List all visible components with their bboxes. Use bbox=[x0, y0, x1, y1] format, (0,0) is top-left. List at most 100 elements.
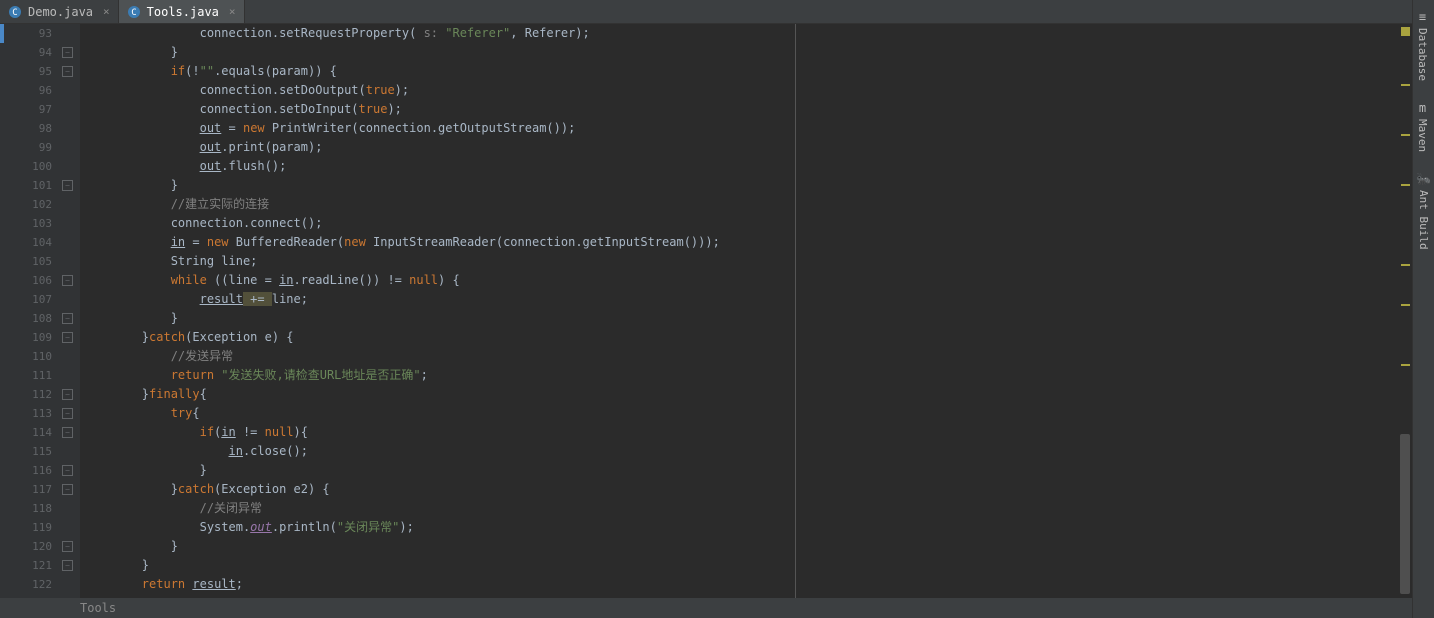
code-line[interactable]: return "发送失败,请检查URL地址是否正确"; bbox=[84, 366, 1434, 385]
code-line[interactable]: in.close(); bbox=[84, 442, 1434, 461]
warning-stripe[interactable] bbox=[1401, 364, 1410, 366]
code-line[interactable]: }finally{ bbox=[84, 385, 1434, 404]
warning-stripe[interactable] bbox=[1401, 264, 1410, 266]
line-number: 121 bbox=[14, 556, 52, 575]
code-line[interactable]: } bbox=[84, 309, 1434, 328]
class-icon: C bbox=[127, 5, 141, 19]
code-line[interactable]: out.print(param); bbox=[84, 138, 1434, 157]
line-number: 109 bbox=[14, 328, 52, 347]
code-line[interactable]: System.out.println("关闭异常"); bbox=[84, 518, 1434, 537]
tool-label: Ant Build bbox=[1417, 190, 1430, 250]
maven-icon: m bbox=[1419, 101, 1426, 115]
code-editor[interactable]: 9394959697989910010110210310410510610710… bbox=[0, 24, 1434, 598]
code-line[interactable]: String line; bbox=[84, 252, 1434, 271]
code-line[interactable]: connection.connect(); bbox=[84, 214, 1434, 233]
fold-toggle[interactable]: − bbox=[62, 484, 73, 495]
fold-toggle[interactable]: − bbox=[62, 389, 73, 400]
close-icon[interactable]: × bbox=[103, 5, 110, 18]
line-number: 102 bbox=[14, 195, 52, 214]
code-line[interactable]: //建立实际的连接 bbox=[84, 195, 1434, 214]
line-number: 108 bbox=[14, 309, 52, 328]
line-number: 122 bbox=[14, 575, 52, 594]
warning-stripe[interactable] bbox=[1401, 304, 1410, 306]
code-line[interactable]: }catch(Exception e2) { bbox=[84, 480, 1434, 499]
fold-toggle[interactable]: − bbox=[62, 313, 73, 324]
fold-toggle[interactable]: − bbox=[62, 408, 73, 419]
line-number: 113 bbox=[14, 404, 52, 423]
line-number: 106 bbox=[14, 271, 52, 290]
warning-stripe[interactable] bbox=[1401, 134, 1410, 136]
fold-toggle[interactable]: − bbox=[62, 47, 73, 58]
code-line[interactable]: return result; bbox=[84, 575, 1434, 594]
code-line[interactable]: connection.setDoInput(true); bbox=[84, 100, 1434, 119]
fold-toggle[interactable]: − bbox=[62, 465, 73, 476]
fold-toggle[interactable]: − bbox=[62, 560, 73, 571]
warning-stripe[interactable] bbox=[1401, 184, 1410, 186]
code-line[interactable]: //发送异常 bbox=[84, 347, 1434, 366]
line-number: 97 bbox=[14, 100, 52, 119]
line-number: 95 bbox=[14, 62, 52, 81]
code-area[interactable]: connection.setRequestProperty( s: "Refer… bbox=[80, 24, 1434, 598]
line-number: 101 bbox=[14, 176, 52, 195]
code-line[interactable]: }catch(Exception e) { bbox=[84, 328, 1434, 347]
analysis-indicator[interactable] bbox=[1401, 27, 1410, 36]
line-number: 110 bbox=[14, 347, 52, 366]
maven-tool[interactable]: m Maven bbox=[1413, 91, 1432, 162]
tab-tools-java[interactable]: C Tools.java × bbox=[119, 0, 245, 23]
tool-label: Maven bbox=[1416, 119, 1429, 152]
ant-icon: 🐜 bbox=[1416, 172, 1431, 186]
line-number: 93 bbox=[14, 24, 52, 43]
code-line[interactable]: out = new PrintWriter(connection.getOutp… bbox=[84, 119, 1434, 138]
fold-toggle[interactable]: − bbox=[62, 332, 73, 343]
tab-demo-java[interactable]: C Demo.java × bbox=[0, 0, 119, 23]
line-number: 119 bbox=[14, 518, 52, 537]
class-icon: C bbox=[8, 5, 22, 19]
code-line[interactable]: } bbox=[84, 556, 1434, 575]
fold-toggle[interactable]: − bbox=[62, 180, 73, 191]
database-tool[interactable]: ≡ Database bbox=[1413, 0, 1432, 91]
breadcrumb-item[interactable]: Tools bbox=[80, 601, 116, 615]
line-number: 105 bbox=[14, 252, 52, 271]
code-line[interactable]: while ((line = in.readLine()) != null) { bbox=[84, 271, 1434, 290]
right-tool-bar: ≡ Database m Maven 🐜 Ant Build bbox=[1412, 0, 1434, 618]
code-line[interactable]: } bbox=[84, 43, 1434, 62]
code-line[interactable]: if(!"".equals(param)) { bbox=[84, 62, 1434, 81]
code-line[interactable]: if(in != null){ bbox=[84, 423, 1434, 442]
fold-toggle[interactable]: − bbox=[62, 541, 73, 552]
line-number: 99 bbox=[14, 138, 52, 157]
line-number: 96 bbox=[14, 81, 52, 100]
line-number: 116 bbox=[14, 461, 52, 480]
line-number: 115 bbox=[14, 442, 52, 461]
code-line[interactable]: } bbox=[84, 461, 1434, 480]
code-line[interactable]: } bbox=[84, 176, 1434, 195]
right-margin-line bbox=[795, 24, 796, 598]
close-icon[interactable]: × bbox=[229, 5, 236, 18]
fold-toggle[interactable]: − bbox=[62, 427, 73, 438]
line-number: 104 bbox=[14, 233, 52, 252]
code-line[interactable]: in = new BufferedReader(new InputStreamR… bbox=[84, 233, 1434, 252]
code-line[interactable]: connection.setDoOutput(true); bbox=[84, 81, 1434, 100]
line-number: 118 bbox=[14, 499, 52, 518]
code-line[interactable]: try{ bbox=[84, 404, 1434, 423]
breadcrumbs[interactable]: Tools bbox=[0, 598, 1434, 618]
ant-build-tool[interactable]: 🐜 Ant Build bbox=[1413, 162, 1434, 260]
svg-text:C: C bbox=[12, 8, 17, 18]
code-line[interactable]: connection.setRequestProperty( s: "Refer… bbox=[84, 24, 1434, 43]
scrollbar-thumb[interactable] bbox=[1400, 434, 1410, 594]
tab-label: Tools.java bbox=[147, 5, 219, 19]
editor-tabs: C Demo.java × C Tools.java × bbox=[0, 0, 1434, 24]
code-line[interactable]: result += line; bbox=[84, 290, 1434, 309]
code-line[interactable]: out.flush(); bbox=[84, 157, 1434, 176]
change-marker bbox=[0, 24, 4, 43]
warning-stripe[interactable] bbox=[1401, 84, 1410, 86]
line-gutter: 9394959697989910010110210310410510610710… bbox=[14, 24, 60, 598]
fold-toggle[interactable]: − bbox=[62, 275, 73, 286]
line-number: 98 bbox=[14, 119, 52, 138]
code-line[interactable]: //关闭异常 bbox=[84, 499, 1434, 518]
line-number: 100 bbox=[14, 157, 52, 176]
scrollbar-track[interactable] bbox=[1398, 24, 1412, 598]
code-line[interactable]: } bbox=[84, 537, 1434, 556]
fold-toggle[interactable]: − bbox=[62, 66, 73, 77]
tool-label: Database bbox=[1416, 28, 1429, 81]
line-number: 112 bbox=[14, 385, 52, 404]
